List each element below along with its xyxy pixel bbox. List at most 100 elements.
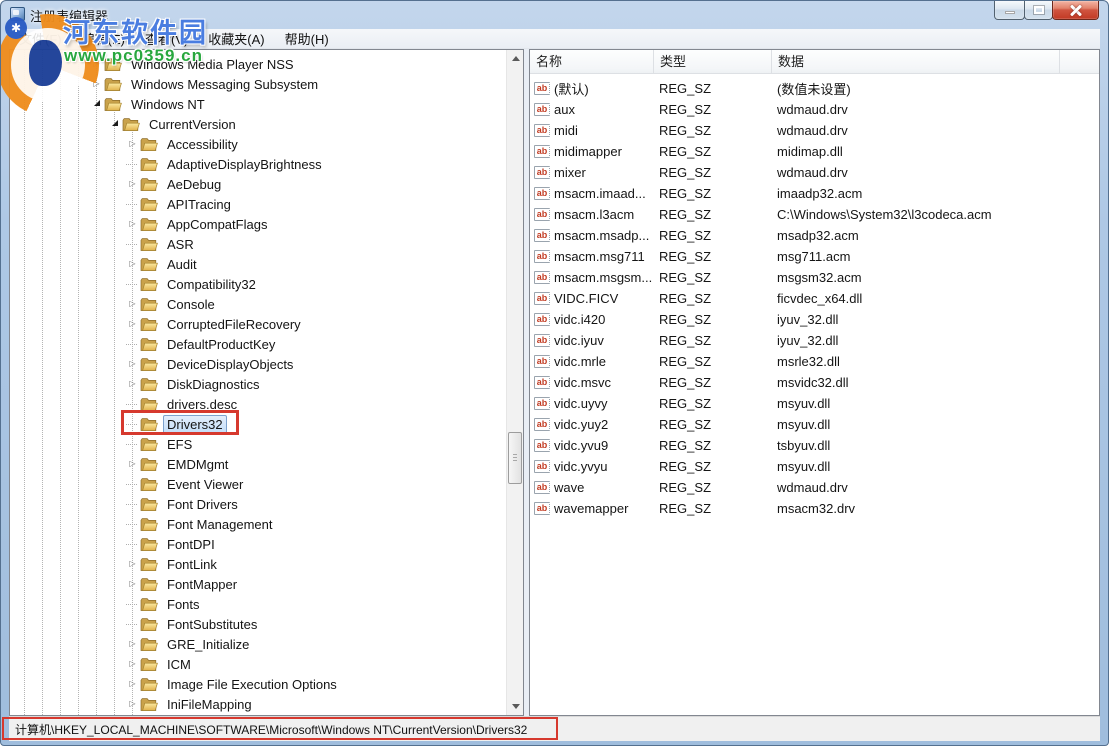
tree-item[interactable]: Compatibility32 (10, 274, 506, 294)
expander-expanded-icon[interactable] (112, 120, 118, 126)
expander-collapsed-icon[interactable]: ▷ (126, 560, 139, 568)
menu-file[interactable]: 文件(F) (9, 27, 72, 50)
menu-edit[interactable]: 编辑(E) (72, 27, 135, 50)
tree-item[interactable]: Event Viewer (10, 474, 506, 494)
expander-collapsed-icon[interactable]: ▷ (126, 380, 139, 388)
expander-collapsed-icon[interactable]: ▷ (126, 180, 139, 188)
tree-item-label[interactable]: FontDPI (163, 535, 219, 554)
tree-item[interactable]: Fonts (10, 594, 506, 614)
registry-value-row[interactable]: abmsacm.msgsm...REG_SZmsgsm32.acm (530, 267, 1099, 288)
tree-item-label[interactable]: CurrentVersion (145, 115, 240, 134)
tree-item[interactable]: APITracing (10, 194, 506, 214)
registry-value-row[interactable]: abauxREG_SZwdmaud.drv (530, 99, 1099, 120)
tree-item-label[interactable]: CorruptedFileRecovery (163, 315, 305, 334)
registry-value-row[interactable]: abvidc.yuy2REG_SZmsyuv.dll (530, 414, 1099, 435)
registry-value-row[interactable]: abmsacm.l3acmREG_SZC:\Windows\System32\l… (530, 204, 1099, 225)
tree-item[interactable]: DefaultProductKey (10, 334, 506, 354)
registry-value-row[interactable]: ab(默认)REG_SZ(数值未设置) (530, 78, 1099, 99)
expander-collapsed-icon[interactable]: ▷ (126, 580, 139, 588)
tree-item-label[interactable]: Drivers32 (163, 415, 227, 434)
tree-scrollbar[interactable] (506, 50, 523, 715)
tree-item-label[interactable]: drivers.desc (163, 395, 241, 414)
close-button[interactable] (1052, 1, 1099, 20)
registry-value-row[interactable]: abVIDC.FICVREG_SZficvdec_x64.dll (530, 288, 1099, 309)
expander-collapsed-icon[interactable]: ▷ (126, 360, 139, 368)
maximize-button[interactable] (1024, 1, 1053, 20)
tree-item-label[interactable]: FontSubstitutes (163, 615, 261, 634)
column-header-type[interactable]: 类型 (654, 50, 772, 73)
tree-item-label[interactable]: FontLink (163, 555, 221, 574)
menu-favorites[interactable]: 收藏夹(A) (198, 27, 274, 50)
tree-item[interactable]: ASR (10, 234, 506, 254)
tree-item-label[interactable]: Console (163, 295, 219, 314)
expander-expanded-icon[interactable] (94, 100, 100, 106)
registry-value-row[interactable]: abmidiREG_SZwdmaud.drv (530, 120, 1099, 141)
registry-value-row[interactable]: abmsacm.msadp...REG_SZmsadp32.acm (530, 225, 1099, 246)
menu-help[interactable]: 帮助(H) (275, 27, 339, 50)
tree-item-label[interactable]: ASR (163, 235, 198, 254)
column-header-data[interactable]: 数据 (772, 50, 1060, 73)
tree-item[interactable]: Drivers32 (10, 414, 506, 434)
tree-item-label[interactable]: Accessibility (163, 135, 242, 154)
registry-value-row[interactable]: abwavemapperREG_SZmsacm32.drv (530, 498, 1099, 519)
registry-value-row[interactable]: abvidc.uyvyREG_SZmsyuv.dll (530, 393, 1099, 414)
tree-item[interactable]: Font Management (10, 514, 506, 534)
tree-item[interactable]: ▷ Accessibility (10, 134, 506, 154)
tree-item-label[interactable]: IniFileMapping (163, 695, 256, 714)
tree-item-label[interactable]: Font Drivers (163, 495, 242, 514)
registry-value-row[interactable]: abmixerREG_SZwdmaud.drv (530, 162, 1099, 183)
tree-item-label[interactable]: EFS (163, 435, 196, 454)
tree-item[interactable]: ▷Windows Messaging Subsystem (10, 74, 506, 94)
tree-item-label[interactable]: Windows Messaging Subsystem (127, 75, 322, 94)
tree-item[interactable]: ▷ IniFileMapping (10, 694, 506, 714)
tree-item[interactable]: FontDPI (10, 534, 506, 554)
tree-item-label[interactable]: AppCompatFlags (163, 215, 271, 234)
registry-value-row[interactable]: abvidc.yvu9REG_SZtsbyuv.dll (530, 435, 1099, 456)
tree-item[interactable]: EFS (10, 434, 506, 454)
tree-item-label[interactable]: Windows Media Player NSS (127, 55, 298, 74)
expander-collapsed-icon[interactable]: ▷ (90, 60, 103, 68)
tree-item-label[interactable]: Font Management (163, 515, 277, 534)
registry-value-row[interactable]: abvidc.i420REG_SZiyuv_32.dll (530, 309, 1099, 330)
tree-item[interactable]: ▷ CorruptedFileRecovery (10, 314, 506, 334)
scroll-up-button[interactable] (507, 50, 524, 67)
tree-item-label[interactable]: EMDMgmt (163, 455, 232, 474)
tree-item-label[interactable]: DiskDiagnostics (163, 375, 263, 394)
tree-item[interactable]: CurrentVersion (10, 114, 506, 134)
tree-item[interactable]: ▷ Audit (10, 254, 506, 274)
minimize-button[interactable] (994, 1, 1025, 20)
expander-collapsed-icon[interactable]: ▷ (126, 660, 139, 668)
tree-item-label[interactable]: Compatibility32 (163, 275, 260, 294)
tree-item-label[interactable]: Audit (163, 255, 201, 274)
tree-item[interactable]: Windows NT (10, 94, 506, 114)
tree-item-label[interactable]: DefaultProductKey (163, 335, 279, 354)
tree-item[interactable]: ▷ Windows Media Player NSS (10, 54, 506, 74)
tree-item[interactable]: ▷ DiskDiagnostics (10, 374, 506, 394)
tree-item[interactable]: drivers.desc (10, 394, 506, 414)
scrollbar-thumb[interactable] (508, 432, 522, 484)
expander-collapsed-icon[interactable]: ▷ (126, 700, 139, 708)
registry-value-row[interactable]: abwaveREG_SZwdmaud.drv (530, 477, 1099, 498)
tree-item-label[interactable]: FontMapper (163, 575, 241, 594)
tree-item-label[interactable]: AdaptiveDisplayBrightness (163, 155, 326, 174)
expander-collapsed-icon[interactable]: ▷ (126, 220, 139, 228)
registry-value-row[interactable]: abmidimapperREG_SZmidimap.dll (530, 141, 1099, 162)
expander-collapsed-icon[interactable]: ▷ (126, 320, 139, 328)
expander-collapsed-icon[interactable]: ▷ (126, 140, 139, 148)
tree-item[interactable]: ▷ AppCompatFlags (10, 214, 506, 234)
expander-collapsed-icon[interactable]: ▷ (126, 640, 139, 648)
expander-collapsed-icon[interactable]: ▷ (126, 680, 139, 688)
tree-item[interactable]: ▷GRE_Initialize (10, 634, 506, 654)
tree-item[interactable]: ▷ DeviceDisplayObjects (10, 354, 506, 374)
tree-item-label[interactable]: APITracing (163, 195, 235, 214)
expander-collapsed-icon[interactable]: ▷ (126, 300, 139, 308)
scroll-down-button[interactable] (507, 698, 524, 715)
tree-item-label[interactable]: DeviceDisplayObjects (163, 355, 297, 374)
tree-item-label[interactable]: ICM (163, 655, 195, 674)
tree-item[interactable]: ▷ FontLink (10, 554, 506, 574)
tree-item-label[interactable]: Fonts (163, 595, 204, 614)
tree-item[interactable]: ▷ FontMapper (10, 574, 506, 594)
column-header-name[interactable]: 名称 (530, 50, 654, 73)
expander-collapsed-icon[interactable]: ▷ (126, 260, 139, 268)
tree-item-label[interactable]: Windows NT (127, 95, 209, 114)
